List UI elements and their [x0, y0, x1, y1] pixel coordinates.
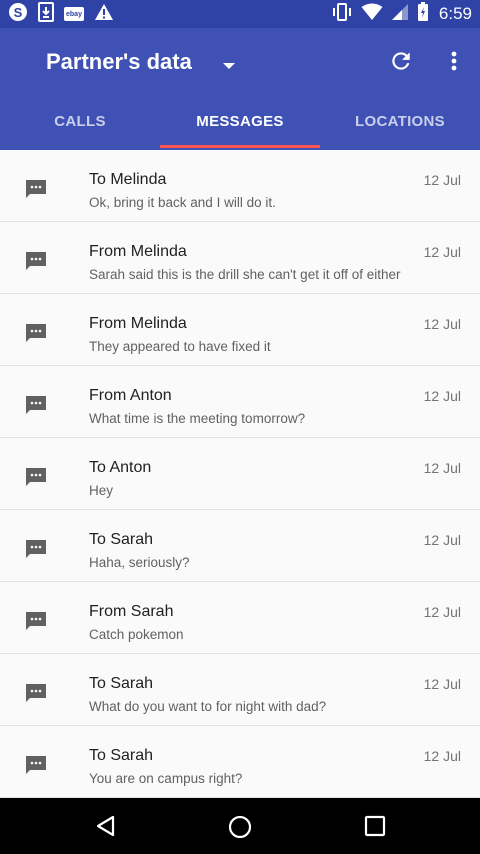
vibrate-icon: [331, 2, 353, 26]
message-row[interactable]: To Melinda 12 Jul Ok, bring it back and I …: [0, 150, 480, 222]
message-title: To Anton: [89, 459, 152, 476]
message-row[interactable]: From Melinda 12 Jul Sarah said this is the…: [0, 222, 480, 294]
message-date: 12 Jul: [423, 748, 461, 764]
message-date: 12 Jul: [423, 316, 461, 332]
message-icon: [25, 323, 47, 343]
message-row[interactable]: From Anton 12 Jul What time is the meeting…: [0, 366, 480, 438]
dropdown-arrow-icon[interactable]: [222, 57, 236, 75]
message-snippet: Haha, seriously?: [89, 555, 190, 570]
tab-locations[interactable]: LOCATIONS: [320, 112, 480, 150]
message-icon: [25, 179, 47, 199]
message-row[interactable]: To Anton 12 Jul Hey: [0, 438, 480, 510]
tab-indicator: [160, 145, 320, 148]
clock: 6:59: [438, 4, 472, 23]
download-icon: [38, 1, 54, 27]
message-date: 12 Jul: [423, 604, 461, 620]
battery-icon: [417, 1, 429, 27]
tab-calls[interactable]: CALLS: [0, 112, 160, 150]
message-title: To Sarah: [89, 747, 154, 764]
message-title: From Melinda: [89, 315, 187, 332]
message-row[interactable]: From Sarah 12 Jul Catch pokemon: [0, 582, 480, 654]
message-date: 12 Jul: [423, 388, 461, 404]
message-list[interactable]: To Melinda 12 Jul Ok, bring it back and I …: [0, 150, 480, 798]
warning-icon: [94, 3, 114, 26]
message-row[interactable]: To Sarah 12 Jul What do you want to for ni…: [0, 654, 480, 726]
message-icon: [25, 683, 47, 703]
message-date: 12 Jul: [423, 172, 461, 188]
message-icon: [25, 755, 47, 775]
skype-icon: S: [8, 2, 28, 27]
message-snippet: They appeared to have fixed it: [89, 339, 271, 354]
app-bar: Partner's data CALLS MESSAGES LOCATIONS: [0, 28, 480, 150]
app-title[interactable]: Partner's data: [46, 49, 192, 75]
back-icon[interactable]: [94, 814, 118, 838]
message-title: From Melinda: [89, 243, 187, 260]
system-icons: 6:59: [331, 1, 472, 27]
message-title: To Melinda: [89, 171, 167, 188]
refresh-icon[interactable]: [388, 48, 414, 74]
message-snippet: Ok, bring it back and I will do it.: [89, 195, 276, 210]
cell-signal-icon: [391, 3, 409, 26]
message-date: 12 Jul: [423, 460, 461, 476]
screen: S ebay 6:59 Partner's data CALLS MESSAGE…: [0, 0, 480, 854]
message-row[interactable]: To Sarah 12 Jul Haha, seriously?: [0, 510, 480, 582]
message-icon: [25, 539, 47, 559]
navigation-bar: [0, 798, 480, 854]
message-snippet: Catch pokemon: [89, 627, 184, 642]
message-icon: [25, 395, 47, 415]
message-date: 12 Jul: [423, 532, 461, 548]
notification-icons: S ebay: [8, 1, 114, 27]
message-row[interactable]: From Melinda 12 Jul They appeared to have …: [0, 294, 480, 366]
home-icon[interactable]: [227, 814, 253, 840]
message-title: From Anton: [89, 387, 172, 404]
message-icon: [25, 611, 47, 631]
message-snippet: What time is the meeting tomorrow?: [89, 411, 306, 426]
recents-icon[interactable]: [364, 815, 386, 837]
ebay-icon: ebay: [64, 7, 84, 21]
message-title: From Sarah: [89, 603, 174, 620]
status-bar: S ebay 6:59: [0, 0, 480, 28]
message-title: To Sarah: [89, 531, 154, 548]
message-icon: [25, 467, 47, 487]
message-snippet: Hey: [89, 483, 114, 498]
message-date: 12 Jul: [423, 676, 461, 692]
message-date: 12 Jul: [423, 244, 461, 260]
wifi-icon: [361, 3, 383, 26]
message-title: To Sarah: [89, 675, 154, 692]
message-snippet: You are on campus right?: [89, 771, 243, 786]
message-icon: [25, 251, 47, 271]
message-row[interactable]: To Sarah 12 Jul You are on campus right?: [0, 726, 480, 798]
message-snippet: What do you want to for night with dad?: [89, 699, 327, 714]
message-snippet: Sarah said this is the drill she can't g…: [89, 267, 401, 282]
svg-text:S: S: [14, 5, 23, 20]
more-vert-icon[interactable]: [444, 48, 464, 74]
